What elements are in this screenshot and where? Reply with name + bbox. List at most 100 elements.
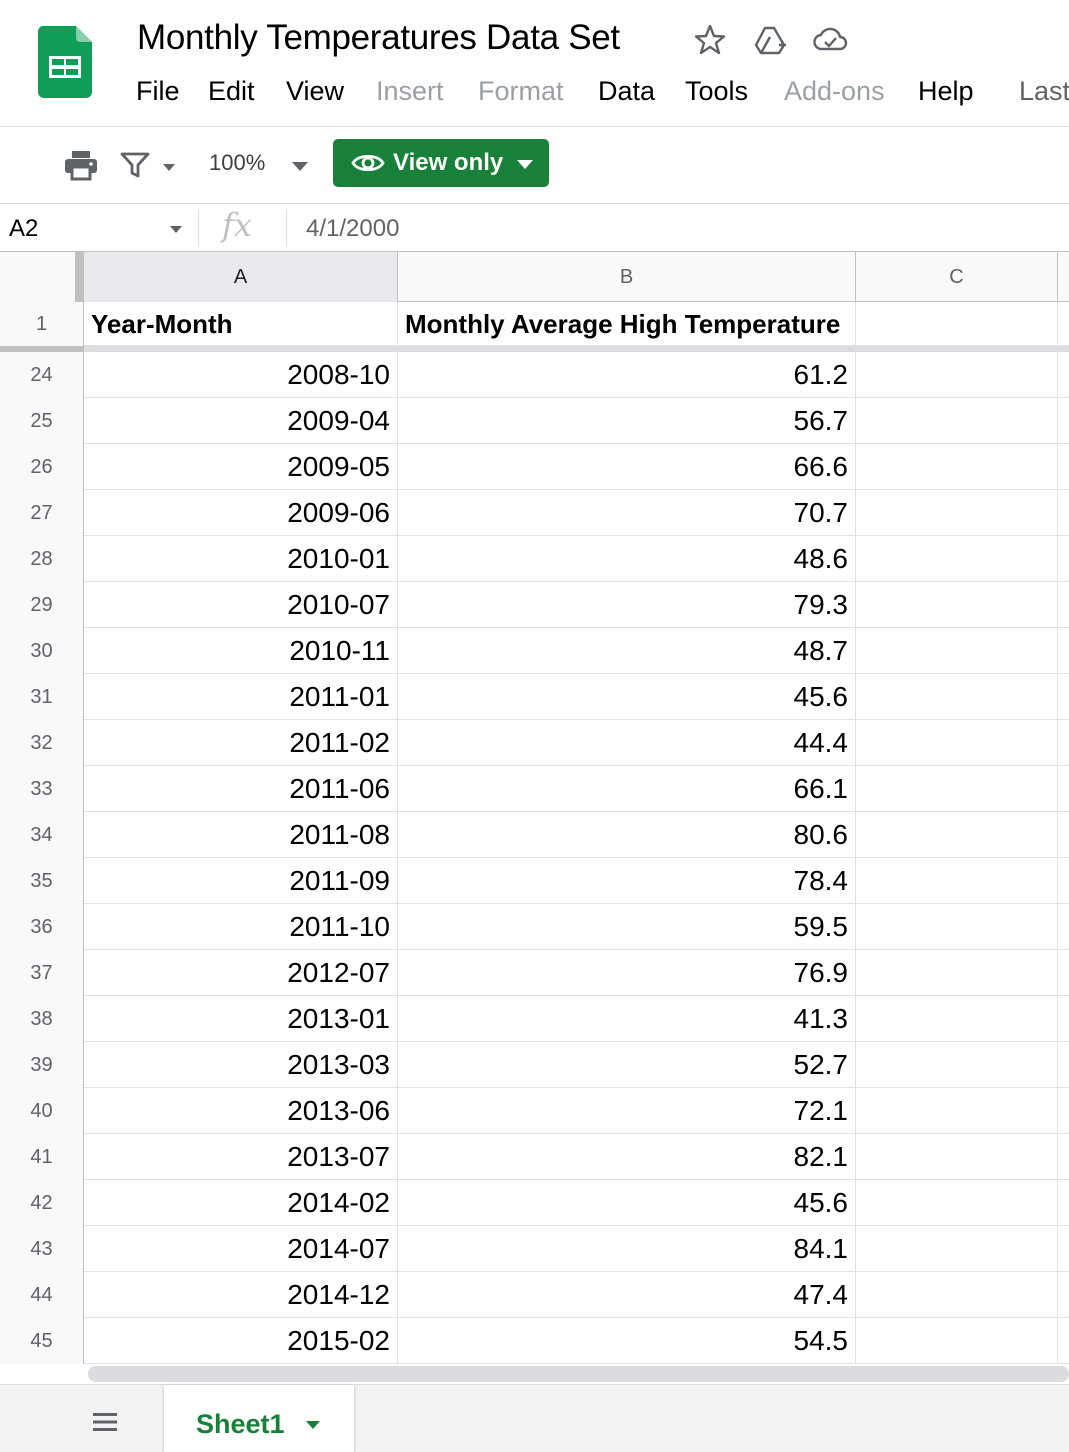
row-header[interactable]: 32 — [0, 720, 84, 766]
empty-cell[interactable] — [1058, 1180, 1069, 1226]
cell-temperature[interactable]: 84.1 — [398, 1226, 856, 1272]
empty-cell[interactable] — [856, 1318, 1058, 1364]
cell-year-month[interactable]: 2014-12 — [84, 1272, 398, 1318]
cell-year-month[interactable]: 2014-07 — [84, 1226, 398, 1272]
row-header[interactable]: 30 — [0, 628, 84, 674]
menu-edit[interactable]: Edit — [208, 76, 255, 107]
filter-icon[interactable] — [120, 151, 150, 179]
empty-cell[interactable] — [1058, 1226, 1069, 1272]
menu-format[interactable]: Format — [478, 76, 564, 107]
empty-cell[interactable] — [856, 1226, 1058, 1272]
cell-temperature[interactable]: 44.4 — [398, 720, 856, 766]
cloud-saved-icon[interactable] — [812, 22, 848, 58]
empty-cell[interactable] — [1058, 996, 1069, 1042]
row-header[interactable]: 33 — [0, 766, 84, 812]
cell-year-month[interactable]: 2014-02 — [84, 1180, 398, 1226]
cell-year-month[interactable]: 2013-01 — [84, 996, 398, 1042]
cell-year-month[interactable]: 2013-03 — [84, 1042, 398, 1088]
row-header[interactable]: 40 — [0, 1088, 84, 1134]
cell-temperature[interactable]: 66.1 — [398, 766, 856, 812]
row-header[interactable]: 43 — [0, 1226, 84, 1272]
cell-temperature[interactable]: 59.5 — [398, 904, 856, 950]
column-header-a[interactable]: A — [84, 252, 398, 302]
menu-add-ons[interactable]: Add-ons — [784, 76, 885, 107]
cell-temperature[interactable]: 76.9 — [398, 950, 856, 996]
cell-temperature[interactable]: 72.1 — [398, 1088, 856, 1134]
menu-tools[interactable]: Tools — [685, 76, 748, 107]
name-box-caret-icon[interactable] — [170, 226, 182, 233]
empty-cell[interactable] — [1058, 444, 1069, 490]
empty-cell[interactable] — [1058, 398, 1069, 444]
menu-help[interactable]: Help — [918, 76, 974, 107]
cell-temperature[interactable]: 56.7 — [398, 398, 856, 444]
menu-data[interactable]: Data — [598, 76, 655, 107]
empty-cell[interactable] — [856, 398, 1058, 444]
cell-temperature[interactable]: 54.5 — [398, 1318, 856, 1364]
cell-year-month[interactable]: 2009-06 — [84, 490, 398, 536]
cell-year-month[interactable]: 2012-07 — [84, 950, 398, 996]
row-header[interactable]: 38 — [0, 996, 84, 1042]
move-to-drive-icon[interactable] — [752, 22, 788, 58]
cell-year-month[interactable]: 2008-10 — [84, 352, 398, 398]
row-header[interactable]: 1 — [0, 302, 84, 346]
cell-temperature[interactable]: 48.7 — [398, 628, 856, 674]
empty-cell[interactable] — [1058, 582, 1069, 628]
empty-cell[interactable] — [856, 904, 1058, 950]
last-edit-link[interactable]: Last — [1019, 76, 1069, 107]
view-only-button[interactable]: View only — [333, 139, 549, 187]
row-header[interactable]: 25 — [0, 398, 84, 444]
empty-cell[interactable] — [856, 1134, 1058, 1180]
empty-cell[interactable] — [856, 628, 1058, 674]
empty-cell[interactable] — [856, 536, 1058, 582]
sheets-logo-icon[interactable] — [38, 26, 92, 98]
row-header[interactable]: 29 — [0, 582, 84, 628]
header-cell-year-month[interactable]: Year-Month — [84, 302, 398, 346]
row-header[interactable]: 36 — [0, 904, 84, 950]
empty-cell[interactable] — [1058, 490, 1069, 536]
select-all-corner[interactable] — [0, 252, 84, 302]
empty-cell[interactable] — [856, 1088, 1058, 1134]
empty-cell[interactable] — [856, 766, 1058, 812]
cell-temperature[interactable]: 48.6 — [398, 536, 856, 582]
document-title[interactable]: Monthly Temperatures Data Set — [137, 18, 620, 58]
row-header[interactable]: 34 — [0, 812, 84, 858]
header-cell-temperature[interactable]: Monthly Average High Temperature — [398, 302, 856, 346]
row-header[interactable]: 26 — [0, 444, 84, 490]
empty-cell[interactable] — [856, 582, 1058, 628]
empty-cell[interactable] — [1058, 720, 1069, 766]
column-header-c[interactable]: C — [856, 252, 1058, 302]
empty-cell[interactable] — [1058, 1042, 1069, 1088]
cell-year-month[interactable]: 2010-01 — [84, 536, 398, 582]
cell-year-month[interactable]: 2011-02 — [84, 720, 398, 766]
freeze-column-handle[interactable] — [75, 252, 83, 302]
menu-view[interactable]: View — [286, 76, 344, 107]
empty-cell[interactable] — [1058, 904, 1069, 950]
cell-temperature[interactable]: 41.3 — [398, 996, 856, 1042]
cell-year-month[interactable]: 2009-05 — [84, 444, 398, 490]
row-header[interactable]: 39 — [0, 1042, 84, 1088]
all-sheets-icon[interactable] — [92, 1411, 118, 1433]
row-header[interactable]: 45 — [0, 1318, 84, 1364]
cell-temperature[interactable]: 47.4 — [398, 1272, 856, 1318]
print-icon[interactable] — [63, 149, 99, 181]
empty-cell[interactable] — [856, 950, 1058, 996]
empty-cell[interactable] — [856, 302, 1058, 346]
empty-cell[interactable] — [1058, 766, 1069, 812]
empty-cell[interactable] — [1058, 1088, 1069, 1134]
empty-cell[interactable] — [1058, 536, 1069, 582]
horizontal-scrollbar[interactable] — [88, 1366, 1069, 1382]
zoom-select[interactable]: 100% — [209, 150, 265, 176]
cell-year-month[interactable]: 2011-10 — [84, 904, 398, 950]
cell-temperature[interactable]: 61.2 — [398, 352, 856, 398]
column-header-b[interactable]: B — [398, 252, 856, 302]
empty-cell[interactable] — [856, 444, 1058, 490]
empty-cell[interactable] — [856, 858, 1058, 904]
cell-temperature[interactable]: 78.4 — [398, 858, 856, 904]
empty-cell[interactable] — [856, 352, 1058, 398]
empty-cell[interactable] — [1058, 674, 1069, 720]
empty-cell[interactable] — [856, 812, 1058, 858]
row-header[interactable]: 42 — [0, 1180, 84, 1226]
row-header[interactable]: 28 — [0, 536, 84, 582]
row-header[interactable]: 37 — [0, 950, 84, 996]
cell-temperature[interactable]: 66.6 — [398, 444, 856, 490]
